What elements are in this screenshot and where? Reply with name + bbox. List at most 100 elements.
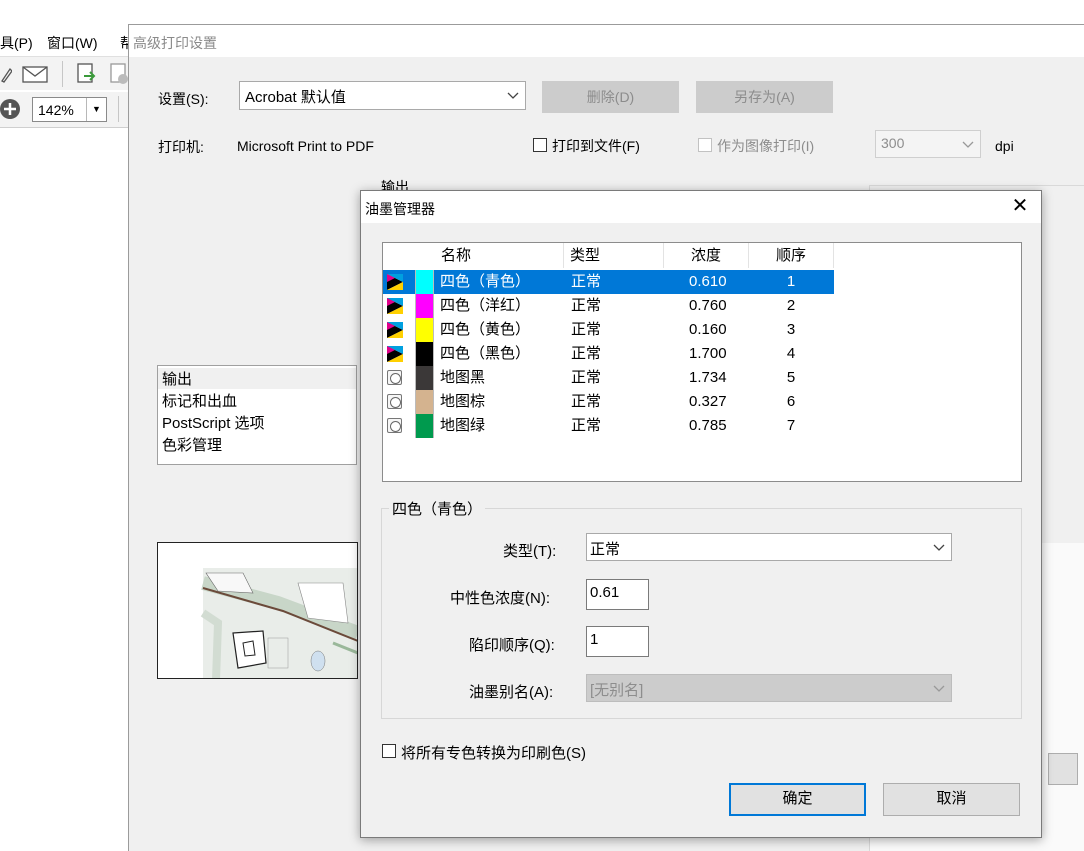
ink-alias-combo[interactable]: [无别名] [586,674,952,702]
convert-spots-checkbox[interactable] [382,744,396,758]
pen-icon[interactable] [0,65,12,83]
ink-order: 4 [786,345,796,362]
ink-color-swatch [415,390,434,414]
print-to-file-label: 打印到文件(F) [552,138,640,154]
save-as-button[interactable]: 另存为(A) [696,81,833,113]
export-icon[interactable] [74,62,98,86]
ink-manager-titlebar: 油墨管理器 ✕ [361,191,1041,223]
print-to-file-checkbox[interactable] [533,138,547,152]
ink-type: 正常 [571,369,602,386]
process-color-icon [387,318,403,342]
ink-name: 地图黑 [440,369,486,386]
zoom-level-combo[interactable]: 142% ▼ [32,97,107,122]
hidden-button-edge[interactable] [1048,753,1078,785]
settings-label: 设置(S): [158,91,209,107]
ink-row[interactable]: 四色（黑色） 正常 1.700 4 [383,342,834,366]
ink-row[interactable]: 地图绿 正常 0.785 7 [383,414,834,438]
document-icon[interactable] [108,62,130,86]
ink-type: 正常 [571,345,602,362]
ink-color-swatch [415,270,434,294]
ink-color-swatch [415,366,434,390]
ink-type: 正常 [571,297,602,314]
settings-combo[interactable]: Acrobat 默认值 [239,81,526,110]
category-item-postscript[interactable]: PostScript 选项 [162,412,265,433]
background-toolbar [0,56,130,90]
neutral-density-value: 0.61 [590,584,620,601]
ink-row[interactable]: 四色（洋红） 正常 0.760 2 [383,294,834,318]
column-header-type[interactable]: 类型 [564,243,664,268]
spot-color-icon [387,366,403,390]
dpi-unit: dpi [995,138,1014,154]
printer-label: 打印机: [158,139,204,155]
ink-color-swatch [415,294,434,318]
ink-order: 1 [786,273,796,290]
ink-order: 6 [786,393,796,410]
advanced-print-title: 高级打印设置 [133,35,217,51]
ink-color-swatch [415,342,434,366]
ink-row[interactable]: 地图黑 正常 1.734 5 [383,366,834,390]
mail-icon[interactable] [22,66,48,83]
ink-density: 1.734 [689,369,727,386]
category-item-output[interactable]: 输出 [158,368,356,389]
print-as-image-label: 作为图像打印(I) [717,138,815,154]
column-header-density[interactable]: 浓度 [664,243,749,268]
map-preview-image [200,568,357,678]
convert-spots-label: 将所有专色转换为印刷色(S) [401,745,586,762]
category-item-marks-bleeds[interactable]: 标记和出血 [162,390,237,411]
ink-order: 2 [786,297,796,314]
trap-sequence-input[interactable]: 1 [586,626,649,657]
chevron-down-icon [933,685,945,692]
ink-alias-value: [无别名] [590,682,644,699]
ink-type-label: 类型(T): [503,543,557,560]
category-item-color-management[interactable]: 色彩管理 [162,434,222,455]
ink-type: 正常 [571,417,602,434]
ink-name: 四色（洋红） [440,297,531,314]
dpi-combo[interactable]: 300 [875,130,981,158]
trap-sequence-value: 1 [590,631,599,648]
print-as-image-checkbox[interactable] [698,138,712,152]
ink-type: 正常 [571,273,602,290]
ink-detail-group-title: 四色（青色） [389,498,486,519]
spot-color-icon [387,390,403,414]
zoom-level-value: 142% [38,102,74,118]
close-icon[interactable]: ✕ [1009,195,1031,217]
ink-density: 0.760 [689,297,727,314]
ink-table[interactable]: 名称 类型 浓度 顺序 四色（青色） 正常 0.610 1 四色（洋红） 正常 0.760 2… [382,242,1022,482]
ink-color-swatch [415,318,434,342]
toolbar-divider [118,96,119,122]
trap-sequence-label: 陷印顺序(Q): [469,637,555,654]
ink-row[interactable]: 四色（黄色） 正常 0.160 3 [383,318,834,342]
menu-item-tools[interactable]: 具(P) [0,33,33,53]
ok-button[interactable]: 确定 [729,783,866,816]
ink-density: 1.700 [689,345,727,362]
ink-name: 四色（黄色） [440,321,531,338]
ink-row[interactable]: 四色（青色） 正常 0.610 1 [383,270,834,294]
ink-row[interactable]: 地图棕 正常 0.327 6 [383,390,834,414]
column-header-icons [383,243,435,268]
delete-button[interactable]: 删除(D) [542,81,679,113]
chevron-down-icon [962,141,974,148]
chevron-down-icon [933,544,945,551]
cancel-button[interactable]: 取消 [883,783,1020,816]
advanced-print-titlebar: 高级打印设置 [129,25,1084,57]
neutral-density-input[interactable]: 0.61 [586,579,649,610]
ink-density: 0.160 [689,321,727,338]
ink-type-value: 正常 [590,541,621,558]
chevron-down-icon [507,92,519,99]
ink-density: 0.610 [689,273,727,290]
zoom-in-icon[interactable] [0,98,22,120]
ink-name: 四色（青色） [440,273,531,290]
background-menubar: 具(P) 窗口(W) 帮 [0,28,134,54]
printer-value: Microsoft Print to PDF [237,138,374,154]
process-color-icon [387,270,403,294]
print-preview-thumbnail [157,542,358,679]
menu-item-window[interactable]: 窗口(W) [47,33,98,53]
column-header-name[interactable]: 名称 [435,243,564,268]
ink-order: 3 [786,321,796,338]
column-header-order[interactable]: 顺序 [749,243,834,268]
ink-manager-dialog: 油墨管理器 ✕ 名称 类型 浓度 顺序 四色（青色） 正常 0.610 1 四色（洋红）… [360,190,1042,838]
settings-category-list[interactable]: 输出 标记和出血 PostScript 选项 色彩管理 [157,365,357,465]
ink-density: 0.327 [689,393,727,410]
chevron-down-icon[interactable]: ▼ [86,98,106,121]
ink-type-combo[interactable]: 正常 [586,533,952,561]
